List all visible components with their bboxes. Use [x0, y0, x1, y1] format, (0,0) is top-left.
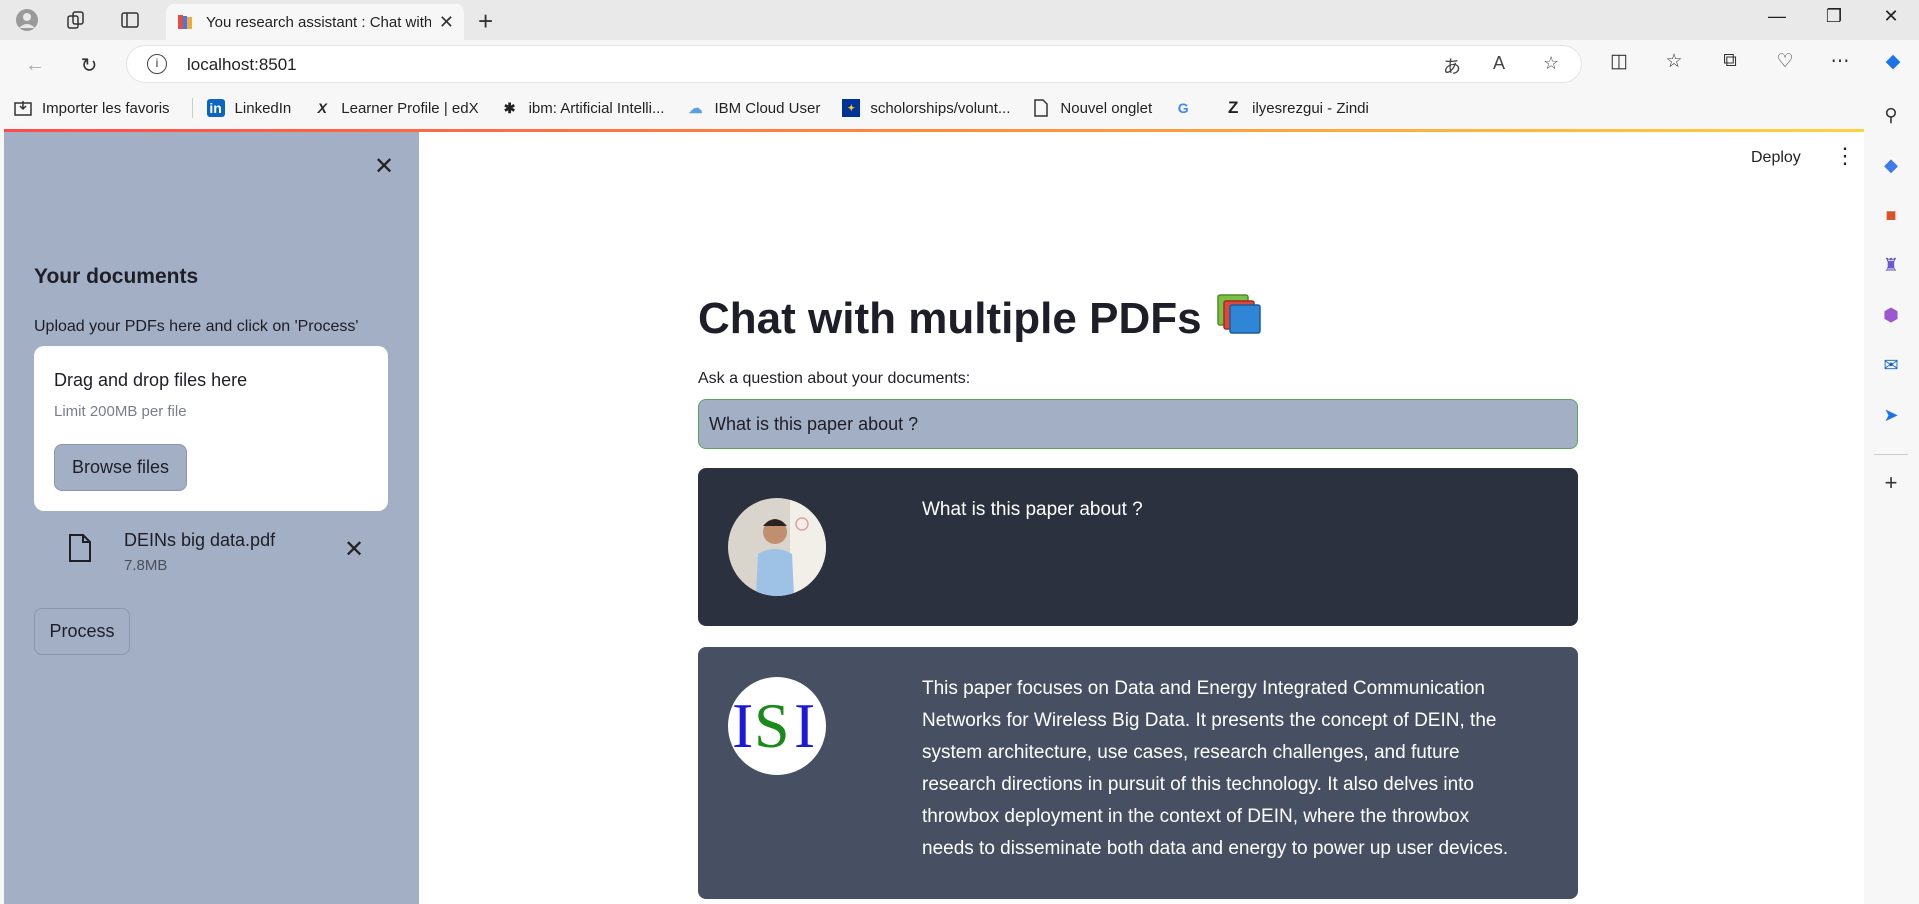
bookmark-ibm-cloud[interactable]: ☁ IBM Cloud User	[686, 99, 820, 117]
file-uploader-dropzone[interactable]: Drag and drop files here Limit 200MB per…	[34, 346, 388, 511]
page-title-text: Chat with multiple PDFs	[698, 293, 1202, 343]
question-label: Ask a question about your documents:	[698, 370, 971, 387]
bookmark-import[interactable]: Importer les favoris	[14, 99, 170, 117]
bookmark-linkedin[interactable]: in LinkedIn	[206, 99, 292, 117]
bookmarks-bar: Importer les favoris in LinkedIn X Learn…	[0, 88, 1862, 128]
new-tab-icon[interactable]: +	[478, 6, 493, 37]
bookmark-google[interactable]: G	[1174, 99, 1202, 117]
bookmark-edx[interactable]: X Learner Profile | edX	[313, 99, 479, 117]
send-icon[interactable]: ➤	[1878, 402, 1904, 428]
bot-message-text: This paper focuses on Data and Energy In…	[922, 678, 1509, 859]
dropzone-title: Drag and drop files here	[54, 370, 248, 390]
browser-titlebar: You research assistant : Chat with ✕ + —…	[0, 0, 1919, 40]
bot-avatar: ISI	[728, 677, 826, 775]
minimize-icon[interactable]: —	[1755, 6, 1799, 27]
favorites-icon[interactable]: ☆	[1659, 50, 1689, 73]
process-button[interactable]: Process	[34, 608, 130, 655]
isi-logo: ISI	[732, 690, 815, 761]
add-icon[interactable]: +	[1878, 470, 1904, 496]
sidebar-divider	[1874, 454, 1908, 455]
sidebar-heading: Your documents	[34, 265, 199, 288]
restore-icon[interactable]: ❐	[1812, 6, 1856, 27]
games-icon[interactable]: ♜	[1878, 252, 1904, 278]
workspaces-icon[interactable]	[64, 8, 88, 32]
edx-icon: X	[317, 100, 327, 116]
url-text[interactable]: localhost:8501	[187, 55, 297, 75]
svg-text:S: S	[754, 690, 790, 761]
browser-sidebar: ⚲ ◆ ■ ♜ ⬢ ✉ ➤ +	[1862, 88, 1919, 904]
refresh-icon[interactable]: ↻	[74, 50, 104, 80]
bookmark-label: IBM Cloud User	[714, 99, 821, 117]
app-sidebar: ✕ Your documents Upload your PDFs here a…	[4, 132, 419, 904]
zindi-icon: Z	[1227, 98, 1239, 117]
page-viewport: ✕ Your documents Upload your PDFs here a…	[4, 129, 1864, 904]
shopping-tag-icon[interactable]: ◆	[1878, 152, 1904, 178]
more-menu-icon[interactable]: ⋯	[1825, 50, 1855, 73]
close-window-icon[interactable]: ✕	[1869, 6, 1913, 27]
close-sidebar-icon[interactable]: ✕	[374, 152, 394, 181]
favorite-star-icon[interactable]: ☆	[1543, 53, 1559, 74]
bookmark-ibm-ai[interactable]: ✱ ibm: Artificial Intelli...	[501, 99, 665, 117]
bookmark-label: LinkedIn	[234, 99, 292, 117]
info-icon[interactable]: i	[147, 54, 167, 74]
tab-title: You research assistant : Chat with	[206, 13, 431, 31]
user-message-text: What is this paper about ?	[922, 499, 1143, 520]
read-aloud-icon[interactable]: A	[1493, 53, 1505, 74]
bookmark-label: Nouvel onglet	[1060, 99, 1153, 117]
file-name: DEINs big data.pdf	[124, 530, 276, 550]
cloud-icon: ☁	[688, 99, 703, 116]
books-icon	[176, 13, 194, 31]
page-icon	[1032, 99, 1050, 117]
bookmark-separator	[191, 98, 193, 118]
tools-briefcase-icon[interactable]: ■	[1878, 202, 1904, 228]
svg-text:I: I	[732, 690, 753, 761]
back-icon[interactable]: ←	[20, 50, 50, 80]
page-title: Chat with multiple PDFs	[698, 291, 1266, 346]
svg-text:I: I	[794, 690, 815, 761]
import-icon	[14, 99, 32, 117]
close-tab-icon[interactable]: ✕	[439, 12, 454, 33]
dropzone-limit: Limit 200MB per file	[54, 403, 187, 420]
tab-actions-icon[interactable]	[118, 8, 142, 32]
profile-icon[interactable]	[15, 8, 39, 32]
active-tab[interactable]: You research assistant : Chat with ✕	[166, 4, 464, 40]
browse-files-button[interactable]: Browse files	[54, 444, 187, 491]
main-menu-icon[interactable]: ⋮	[1834, 143, 1856, 169]
uploaded-file: DEINs big data.pdf 7.8MB ✕	[34, 527, 388, 587]
file-icon	[68, 533, 92, 563]
question-input[interactable]	[698, 399, 1578, 449]
url-box[interactable]: i localhost:8501 あ A ☆	[126, 45, 1582, 83]
microsoft365-icon[interactable]: ⬢	[1878, 302, 1904, 328]
linkedin-icon: in	[206, 99, 225, 117]
bookmark-label: Importer les favoris	[42, 99, 170, 117]
books-emoji-icon	[1216, 291, 1266, 346]
chat-message-bot: ISI This paper focuses on Data and Energ…	[698, 647, 1578, 899]
search-icon[interactable]: ⚲	[1878, 102, 1904, 128]
outlook-icon[interactable]: ✉	[1878, 352, 1904, 378]
translate-icon[interactable]: あ	[1443, 53, 1461, 79]
remove-file-icon[interactable]: ✕	[344, 535, 364, 564]
browser-essentials-icon[interactable]: ♡	[1770, 50, 1800, 73]
sidebar-instruction: Upload your PDFs here and click on 'Proc…	[34, 318, 359, 335]
bookmark-zindi[interactable]: Z ilyesrezgui - Zindi	[1224, 98, 1369, 117]
bookmark-new-tab[interactable]: Nouvel onglet	[1032, 99, 1152, 117]
bookmark-label: ilyesrezgui - Zindi	[1252, 99, 1369, 117]
user-avatar	[728, 498, 826, 596]
bookmark-label: ibm: Artificial Intelli...	[528, 99, 665, 117]
collections-icon[interactable]: ⧉	[1715, 50, 1745, 72]
bee-icon: ✱	[503, 99, 516, 116]
file-size: 7.8MB	[124, 557, 168, 574]
chat-message-user: What is this paper about ?	[698, 468, 1578, 626]
eu-flag-icon: ✦	[842, 99, 861, 117]
deploy-button[interactable]: Deploy	[1751, 149, 1801, 167]
split-screen-icon[interactable]: ◫	[1604, 50, 1634, 73]
bookmark-label: scholorships/volunt...	[870, 99, 1011, 117]
google-icon: G	[1177, 100, 1189, 116]
bookmark-scholarships[interactable]: ✦ scholorships/volunt...	[842, 99, 1010, 117]
bookmark-label: Learner Profile | edX	[341, 99, 479, 117]
copilot-icon[interactable]: ◆	[1878, 50, 1908, 73]
